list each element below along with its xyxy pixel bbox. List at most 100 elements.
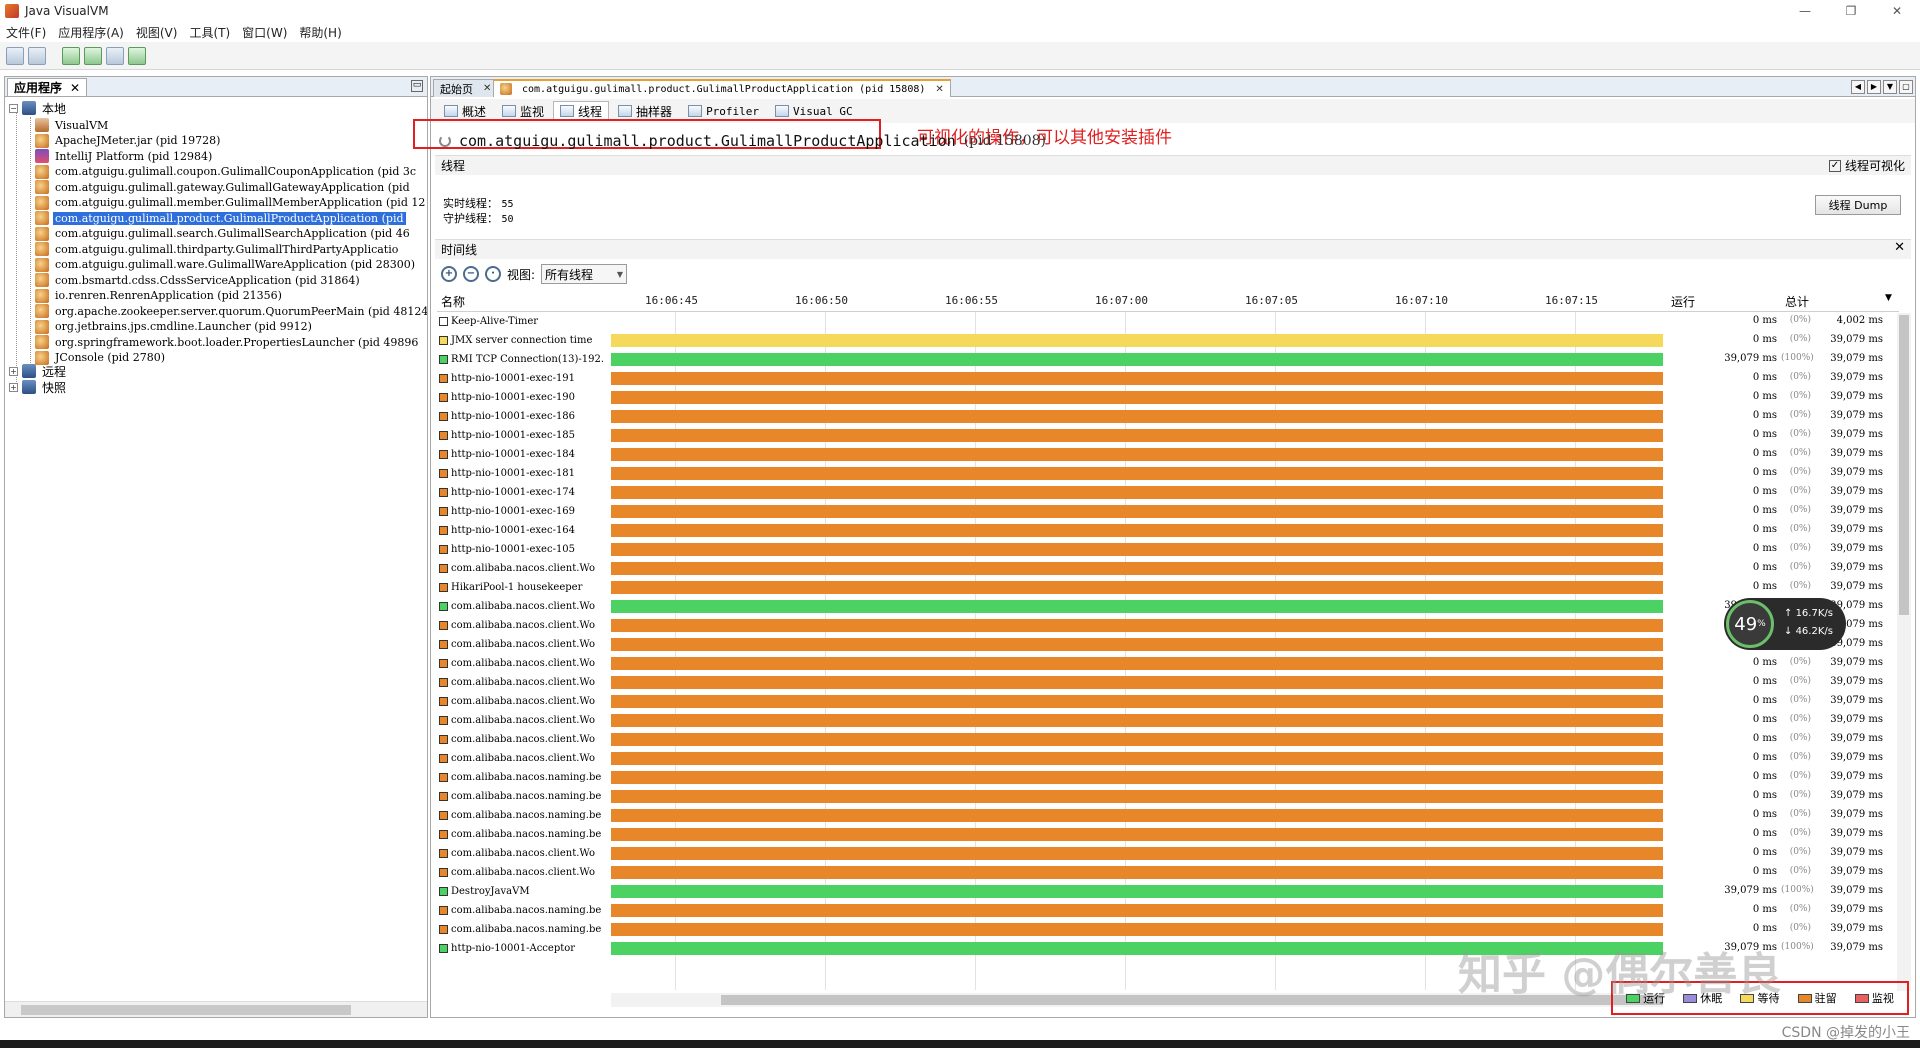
table-row[interactable]: RMI TCP Connection(13)-192. 39,079 ms (100… bbox=[437, 350, 1899, 369]
table-row[interactable]: com.alibaba.nacos.client.Wo0 ms(0%)39,07… bbox=[437, 559, 1899, 578]
tab-sampler[interactable]: 抽样器 bbox=[611, 101, 679, 121]
total-time: 39,079 ms bbox=[1830, 505, 1883, 516]
visualize-threads-checkbox[interactable]: ✓ 线程可视化 bbox=[1828, 157, 1905, 174]
table-row[interactable]: com.alibaba.nacos.naming.be 0 ms (0%) 39,07… bbox=[437, 787, 1899, 806]
collapse-toggle-icon[interactable]: − bbox=[9, 103, 18, 113]
add-core-dump-icon[interactable] bbox=[106, 46, 124, 65]
add-vm-coredump-icon[interactable] bbox=[128, 46, 146, 65]
table-row[interactable]: http-nio-10001-exec-191 0 ms (0%) 39,079 ms bbox=[437, 369, 1899, 388]
table-row[interactable]: http-nio-10001-exec-164 0 ms (0%) 39,079 ms bbox=[437, 521, 1899, 540]
menu-view[interactable]: 视图(V) bbox=[130, 24, 184, 41]
close-window-button[interactable]: ✕ bbox=[1874, 0, 1920, 22]
table-row[interactable]: http-nio-10001-exec-105 0 ms (0%) 39,079 ms bbox=[437, 540, 1899, 559]
table-row[interactable]: com.alibaba.nacos.client.Wo0 ms(0%)39,07… bbox=[437, 635, 1899, 654]
view-dropdown[interactable]: 所有线程 ▼ bbox=[541, 264, 628, 284]
load-snapshot-icon[interactable] bbox=[6, 46, 24, 65]
close-icon[interactable]: ✕ bbox=[1894, 240, 1905, 255]
table-row[interactable]: http-nio-10001-exec-186 0 ms (0%) 39,079 ms bbox=[437, 407, 1899, 426]
table-row[interactable]: com.alibaba.nacos.client.Wo0 ms(0%)39,07… bbox=[437, 673, 1899, 692]
table-row[interactable]: http-nio-10001-exec-190 0 ms (0%) 39,079 ms bbox=[437, 388, 1899, 407]
view-subtabs: 概述 监视 线程 抽样器 Profiler Visual GC 可视化的操作，可… bbox=[413, 99, 1915, 149]
table-row[interactable]: com.alibaba.nacos.client.Wo0 ms(0%)39,07… bbox=[437, 692, 1899, 711]
menu-help[interactable]: 帮助(H) bbox=[293, 24, 347, 41]
zoom-out-icon[interactable]: − bbox=[463, 266, 479, 282]
expand-toggle-icon[interactable]: + bbox=[9, 382, 18, 392]
running-time: 0 ms bbox=[1752, 429, 1777, 440]
close-icon[interactable]: ✕ bbox=[483, 83, 491, 94]
table-row[interactable]: JMX server connection time 0 ms (0%) 39,079… bbox=[437, 331, 1899, 350]
table-row[interactable]: com.alibaba.nacos.client.Wo0 ms(0%)39,07… bbox=[437, 749, 1899, 768]
tab-product-application[interactable]: com.atguigu.gulimall.product.GulimallPro… bbox=[493, 79, 951, 97]
state-swatch bbox=[439, 431, 448, 440]
fit-zoom-icon[interactable]: · bbox=[485, 266, 501, 282]
total-time: 39,079 ms bbox=[1830, 486, 1883, 497]
table-row[interactable]: http-nio-10001-exec-185 0 ms (0%) 39,079 ms bbox=[437, 426, 1899, 445]
running-time: 0 ms bbox=[1752, 676, 1777, 687]
thread-state-bar bbox=[611, 448, 1663, 461]
table-row[interactable]: HikariPool-1 housekeeper 0 ms (0%) 39,079 m… bbox=[437, 578, 1899, 597]
table-row[interactable]: http-nio-10001-exec-169 0 ms (0%) 39,079 ms bbox=[437, 502, 1899, 521]
table-row[interactable]: com.alibaba.nacos.naming.be 0 ms (0%) 39,07… bbox=[437, 901, 1899, 920]
thread-dump-button[interactable]: 线程 Dump bbox=[1815, 195, 1901, 215]
add-remote-host-icon[interactable] bbox=[84, 46, 102, 65]
tree-node-local[interactable]: − 本地 bbox=[9, 99, 68, 117]
table-row[interactable]: DestroyJavaVM 39,079 ms (100%) 39,079 ms bbox=[437, 882, 1899, 901]
close-icon[interactable]: ✕ bbox=[935, 84, 943, 95]
table-row[interactable]: com.alibaba.nacos.naming.be 0 ms (0%) 39,07… bbox=[437, 806, 1899, 825]
table-row[interactable]: http-nio-10001-exec-174 0 ms (0%) 39,079 ms bbox=[437, 483, 1899, 502]
column-menu-icon[interactable]: ▼ bbox=[1885, 293, 1892, 303]
table-row[interactable]: com.alibaba.nacos.client.Wo0 ms(0%)39,07… bbox=[437, 654, 1899, 673]
table-row[interactable]: com.alibaba.nacos.client.Wo0 ms(0%)39,07… bbox=[437, 844, 1899, 863]
add-jmx-connection-icon[interactable] bbox=[62, 46, 80, 65]
menu-tools[interactable]: 工具(T) bbox=[183, 24, 236, 41]
running-time: 0 ms bbox=[1752, 448, 1777, 459]
table-row[interactable]: com.alibaba.nacos.naming.be 0 ms (0%) 39,07… bbox=[437, 825, 1899, 844]
checkbox-checked-icon[interactable]: ✓ bbox=[1828, 159, 1841, 172]
tab-start-page[interactable]: 起始页 ✕ bbox=[433, 79, 499, 97]
thread-name-cell: http-nio-10001-exec-186 bbox=[439, 409, 609, 424]
table-row[interactable]: com.alibaba.nacos.naming.be 0 ms (0%) 39,07… bbox=[437, 920, 1899, 939]
table-row[interactable]: com.alibaba.nacos.client.Wo0 ms(0%)39,07… bbox=[437, 711, 1899, 730]
vertical-scrollbar[interactable] bbox=[1897, 313, 1911, 991]
tab-threads[interactable]: 线程 bbox=[553, 101, 610, 121]
running-time: 0 ms bbox=[1752, 714, 1777, 725]
tree-item-label: VisualVM bbox=[55, 118, 109, 132]
thread-name: com.alibaba.nacos.client.Wo bbox=[451, 696, 596, 707]
tab-visual-gc[interactable]: Visual GC bbox=[768, 101, 860, 121]
tab-overview[interactable]: 概述 bbox=[437, 101, 493, 121]
table-row[interactable]: Keep-Alive-Timer 0 ms (0%) 4,002 ms bbox=[437, 312, 1899, 331]
tab-monitor[interactable]: 监视 bbox=[495, 101, 551, 121]
tab-list-icon[interactable]: ▼ bbox=[1883, 80, 1897, 94]
column-total[interactable]: 总计 bbox=[1785, 293, 1809, 310]
maximize-icon[interactable]: ▢ bbox=[1899, 80, 1913, 94]
tab-profiler[interactable]: Profiler bbox=[681, 101, 766, 121]
table-row[interactable]: com.alibaba.nacos.client.Wo0 ms(0%)39,07… bbox=[437, 863, 1899, 882]
menu-file[interactable]: 文件(F) bbox=[0, 24, 52, 41]
table-row[interactable]: com.alibaba.nacos.client.Wo39,079 ms(100… bbox=[437, 597, 1899, 616]
save-icon[interactable] bbox=[28, 46, 46, 65]
table-row[interactable]: com.alibaba.nacos.client.Wo0 ms(0%)39,07… bbox=[437, 616, 1899, 635]
scroll-left-icon[interactable]: ◀ bbox=[1851, 80, 1865, 94]
horizontal-scrollbar[interactable] bbox=[5, 1001, 427, 1017]
expand-toggle-icon[interactable]: + bbox=[9, 366, 18, 376]
table-row[interactable]: http-nio-10001-exec-184 0 ms (0%) 39,079 ms bbox=[437, 445, 1899, 464]
table-row[interactable]: com.alibaba.nacos.client.Wo0 ms(0%)39,07… bbox=[437, 730, 1899, 749]
maximize-button[interactable]: ❐ bbox=[1828, 0, 1874, 22]
close-icon[interactable]: ✕ bbox=[70, 81, 80, 95]
table-row[interactable]: com.alibaba.nacos.naming.be 0 ms (0%) 39,07… bbox=[437, 768, 1899, 787]
minimize-panel-icon[interactable]: ▭ bbox=[411, 80, 423, 92]
zoom-in-icon[interactable]: + bbox=[441, 266, 457, 282]
thread-state-bar bbox=[611, 923, 1663, 936]
column-running[interactable]: 运行 bbox=[1671, 293, 1695, 310]
column-name[interactable]: 名称 bbox=[441, 293, 465, 310]
network-monitor-widget[interactable]: 49% ↑ 16.7K/s ↓ 46.2K/s bbox=[1724, 598, 1846, 650]
menu-window[interactable]: 窗口(W) bbox=[236, 24, 293, 41]
scroll-right-icon[interactable]: ▶ bbox=[1867, 80, 1881, 94]
minimize-button[interactable]: — bbox=[1782, 0, 1828, 22]
tree-node-snapshots[interactable]: + 快照 bbox=[9, 378, 68, 396]
table-row[interactable]: http-nio-10001-exec-181 0 ms (0%) 39,079 ms bbox=[437, 464, 1899, 483]
daemon-threads-label: 守护线程： bbox=[443, 212, 498, 225]
applications-tab[interactable]: 应用程序 ✕ bbox=[7, 78, 88, 96]
menu-applications[interactable]: 应用程序(A) bbox=[52, 24, 130, 41]
total-time: 39,079 ms bbox=[1830, 828, 1883, 839]
